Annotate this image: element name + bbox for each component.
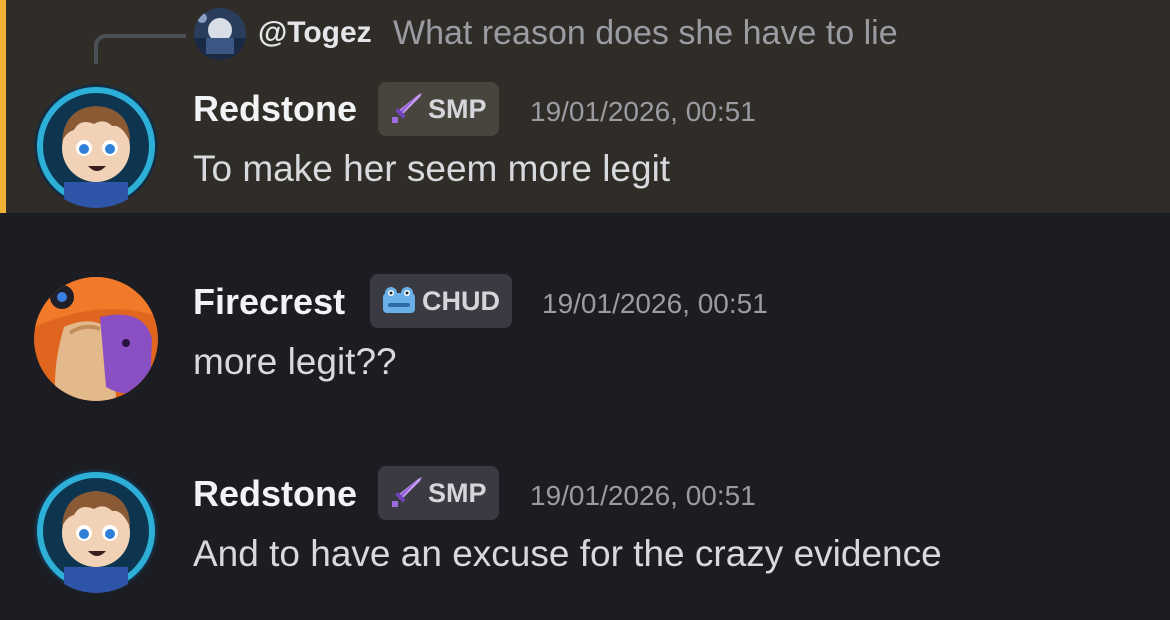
reply-preview-text[interactable]: What reason does she have to lie	[393, 14, 898, 53]
author-name[interactable]: Firecrest	[193, 281, 345, 323]
author-name[interactable]: Redstone	[193, 88, 357, 130]
sword-icon	[388, 91, 424, 127]
chat-window: @Togez What reason does she have to lie …	[0, 0, 1170, 620]
avatar[interactable]	[34, 84, 158, 208]
message-content: To make her seem more legit	[193, 148, 671, 189]
timestamp[interactable]: 19/01/2026, 00:51	[542, 288, 768, 320]
reply-avatar[interactable]	[194, 8, 246, 60]
timestamp[interactable]: 19/01/2026, 00:51	[530, 96, 756, 128]
guild-tag[interactable]: CHUD	[370, 274, 512, 328]
avatar[interactable]	[34, 469, 158, 593]
guild-tag[interactable]: SMP	[378, 82, 499, 136]
avatar[interactable]	[34, 277, 158, 401]
author-name[interactable]: Redstone	[193, 473, 357, 515]
frog-icon	[380, 283, 418, 319]
guild-tag-label: SMP	[428, 93, 487, 124]
sword-icon	[388, 475, 424, 511]
message-content: more legit??	[193, 341, 397, 382]
message-highlighted[interactable]: @Togez What reason does she have to lie …	[0, 0, 1170, 213]
guild-tag-label: SMP	[428, 477, 487, 508]
guild-tag[interactable]: SMP	[378, 466, 499, 520]
message[interactable]: Redstone SMP 19/01/2026, 00:51 And to ha…	[0, 413, 1170, 620]
mention-highlight-bar	[0, 0, 6, 213]
message[interactable]: Firecrest CHUD 19/01/2026, 00:51 more le…	[0, 213, 1170, 413]
timestamp[interactable]: 19/01/2026, 00:51	[530, 480, 756, 512]
guild-tag-label: CHUD	[422, 285, 500, 316]
message-content: And to have an excuse for the crazy evid…	[193, 533, 942, 574]
reply-username[interactable]: @Togez	[258, 16, 372, 50]
reply-connector-line	[94, 34, 186, 64]
